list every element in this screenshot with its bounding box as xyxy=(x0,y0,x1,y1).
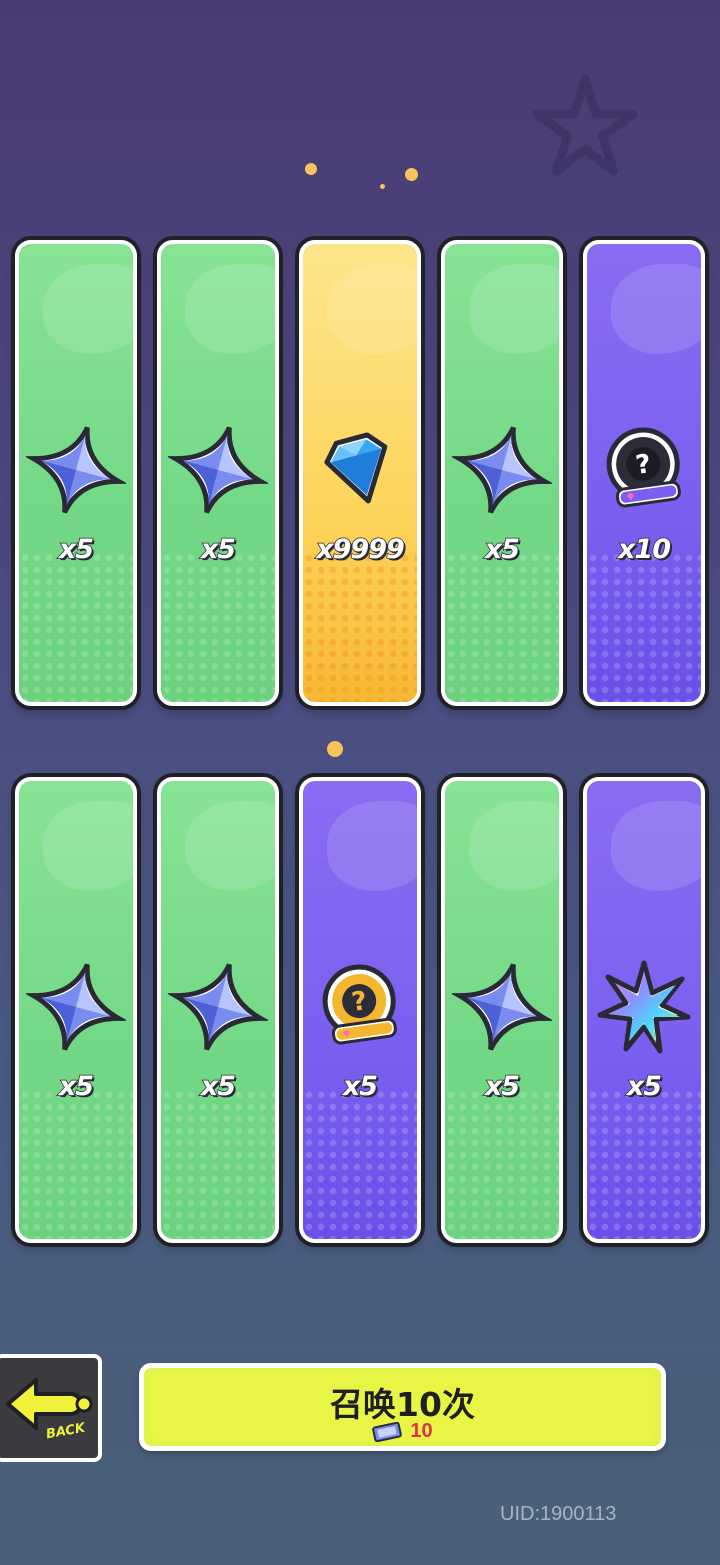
card-splat xyxy=(327,801,417,891)
card-pattern xyxy=(445,1089,559,1239)
rainbow-crystal-icon xyxy=(597,960,691,1054)
reward-quantity: x10 xyxy=(617,533,672,566)
card-pattern xyxy=(19,552,133,702)
star-shard-icon xyxy=(452,963,552,1051)
star-shard-icon xyxy=(26,963,126,1051)
card-splat xyxy=(185,264,275,354)
gacha-result-screen: x5 x5 x9999 x5 ? x10 x5 x5 ? x5 x5 x5 BA… xyxy=(0,0,720,1565)
diamond-gem-icon xyxy=(324,432,388,504)
mystery-deity-badge-gold-icon: ? xyxy=(322,964,397,1045)
reward-card[interactable]: x5 xyxy=(15,240,137,706)
card-splat xyxy=(185,801,275,891)
arrow-left-icon xyxy=(6,1378,93,1430)
reward-card[interactable]: x5 xyxy=(157,240,279,706)
reward-quantity: x5 xyxy=(342,1070,379,1103)
card-splat xyxy=(43,801,133,891)
sparkle-dot xyxy=(305,163,317,175)
reward-quantity: x5 xyxy=(200,533,237,566)
card-pattern xyxy=(161,1089,275,1239)
reward-quantity: x5 xyxy=(58,1070,95,1103)
star-shard-icon xyxy=(168,963,268,1051)
card-splat xyxy=(469,264,559,354)
reward-card[interactable]: ? x5 xyxy=(299,777,421,1243)
reward-quantity: x5 xyxy=(484,533,521,566)
reward-card[interactable]: x5 xyxy=(441,240,563,706)
card-splat xyxy=(611,801,701,891)
card-splat xyxy=(611,264,701,354)
reward-quantity: x5 xyxy=(626,1070,663,1103)
reward-card[interactable]: x5 xyxy=(441,777,563,1243)
summon-cost: 10 xyxy=(144,1420,661,1443)
user-id-label: UID:1900113 xyxy=(500,1503,617,1525)
star-shard-icon xyxy=(168,426,268,514)
summon-label: 召唤10次 xyxy=(330,1385,475,1424)
reward-quantity: x5 xyxy=(484,1070,521,1103)
reward-quantity: x9999 xyxy=(315,533,405,566)
card-splat xyxy=(469,801,559,891)
reward-quantity: x5 xyxy=(200,1070,237,1103)
card-pattern xyxy=(303,552,417,702)
card-pattern xyxy=(445,552,559,702)
star-decoration-icon xyxy=(532,74,638,176)
card-pattern xyxy=(19,1089,133,1239)
card-pattern xyxy=(161,552,275,702)
reward-card[interactable]: x9999 xyxy=(299,240,421,706)
reward-card[interactable]: x5 xyxy=(15,777,137,1243)
summon-ticket-icon xyxy=(372,1421,403,1442)
sparkle-dot xyxy=(380,184,385,189)
card-splat xyxy=(43,264,133,354)
card-pattern xyxy=(587,1089,701,1239)
summon-10-button[interactable]: 召唤10次 10 xyxy=(139,1363,666,1451)
reward-card[interactable]: x5 xyxy=(157,777,279,1243)
reward-quantity: x5 xyxy=(58,533,95,566)
reward-card[interactable]: ? x10 xyxy=(583,240,705,706)
sparkle-dot xyxy=(327,741,343,757)
card-splat xyxy=(327,264,417,354)
back-button[interactable]: BACK xyxy=(0,1354,102,1462)
star-shard-icon xyxy=(452,426,552,514)
summon-cost-value: 10 xyxy=(410,1420,433,1442)
sparkle-dot xyxy=(405,168,418,181)
card-pattern xyxy=(303,1089,417,1239)
reward-card[interactable]: x5 xyxy=(583,777,705,1243)
star-shard-icon xyxy=(26,426,126,514)
mystery-deity-badge-icon: ? xyxy=(606,427,681,508)
card-pattern xyxy=(587,552,701,702)
